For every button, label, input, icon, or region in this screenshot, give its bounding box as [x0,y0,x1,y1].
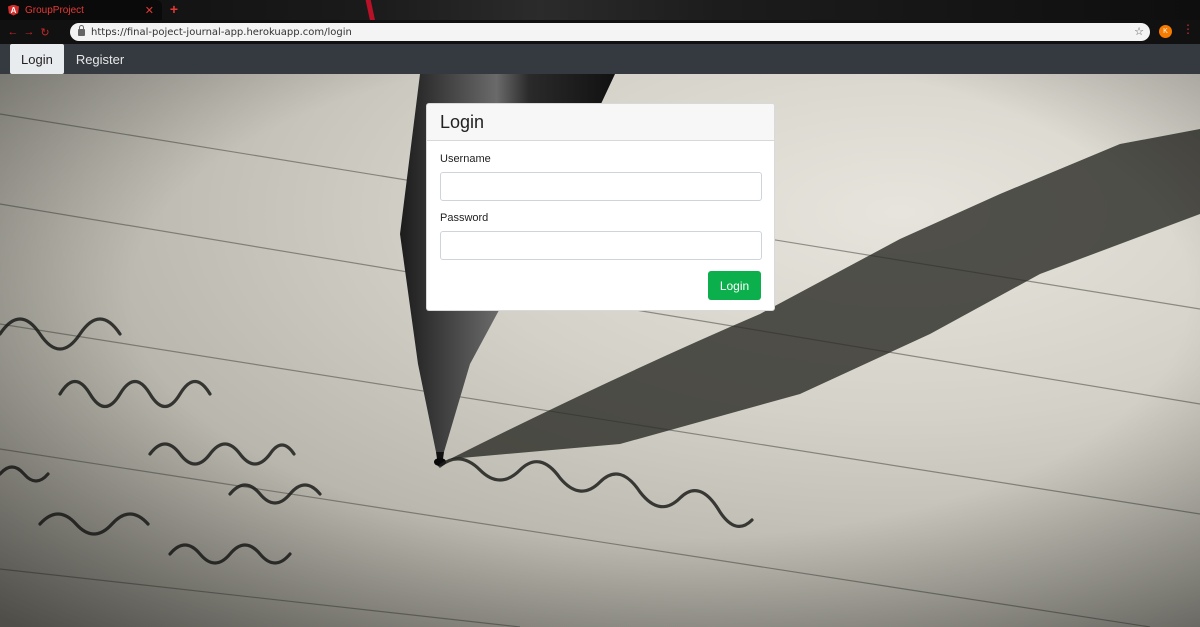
login-card-header: Login [427,104,774,141]
login-card-title: Login [440,111,485,132]
profile-avatar[interactable]: K [1159,25,1172,38]
browser-toolbar: ← → ↻ https://final-poject-journal-app.h… [0,20,1200,44]
forward-arrow-icon[interactable]: → [22,26,36,38]
username-input[interactable] [440,172,762,201]
login-card: Login Username Password Login [426,103,775,311]
address-bar[interactable]: https://final-poject-journal-app.herokua… [70,23,1150,41]
password-input[interactable] [440,231,762,260]
app-navbar: Login Register [0,44,1200,74]
browser-menu-icon[interactable]: ⋮ [1182,22,1194,36]
login-submit-button[interactable]: Login [708,271,761,300]
username-label: Username [440,153,491,165]
login-form: Username Password Login [427,141,774,300]
tab-close-icon[interactable]: ✕ [145,4,154,17]
nav-register-link[interactable]: Register [65,44,135,74]
address-bar-url[interactable]: https://final-poject-journal-app.herokua… [91,27,352,38]
new-tab-button[interactable]: + [166,2,182,17]
bookmark-star-icon[interactable]: ☆ [1134,25,1144,38]
nav-login-link[interactable]: Login [10,44,64,74]
browser-tab-active[interactable]: A GroupProject ✕ [0,0,162,20]
background-red-streak [364,0,377,20]
angular-favicon-icon: A [8,4,19,16]
back-arrow-icon[interactable]: ← [6,26,20,38]
password-label: Password [440,212,489,224]
browser-tabstrip: A GroupProject ✕ + [0,0,1200,20]
submit-row: Login [440,271,761,300]
browser-tab-title: GroupProject [25,4,84,16]
lock-icon [78,24,85,36]
reload-icon[interactable]: ↻ [38,26,52,39]
